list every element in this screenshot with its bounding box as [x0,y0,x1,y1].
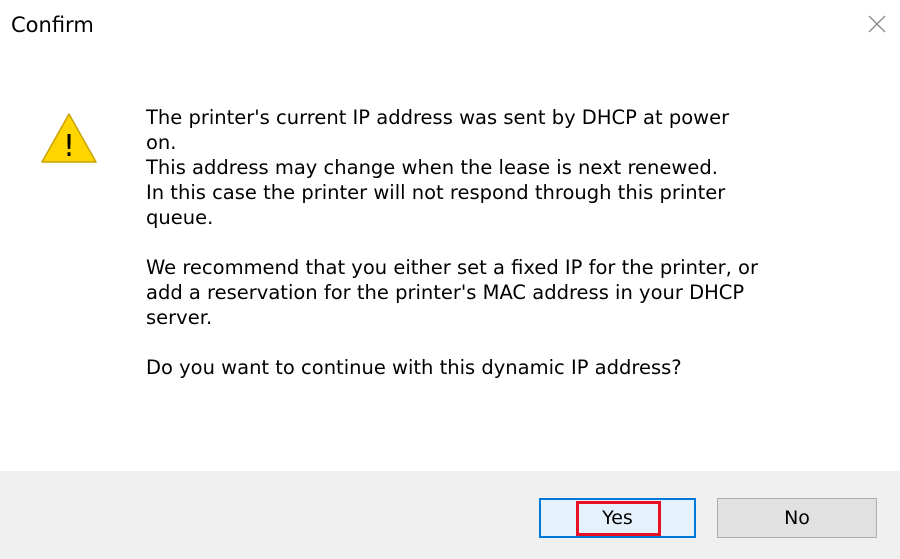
warning-icon: ! [40,112,98,164]
close-button[interactable] [854,0,900,48]
close-icon [868,15,886,33]
title-bar: Confirm [0,0,900,48]
message-paragraph-recommendation: We recommend that you either set a fixed… [146,256,758,329]
confirm-dialog: Confirm ! The printer's current IP addre… [0,0,900,559]
message-paragraph-question: Do you want to continue with this dynami… [146,356,682,379]
yes-button[interactable]: Yes [539,498,696,538]
message-paragraph-dhcp: The printer's current IP address was sen… [146,106,730,229]
warning-glyph: ! [63,129,75,164]
no-button[interactable]: No [717,498,877,538]
dialog-title: Confirm [11,13,94,37]
message-text: The printer's current IP address was sen… [146,105,846,380]
